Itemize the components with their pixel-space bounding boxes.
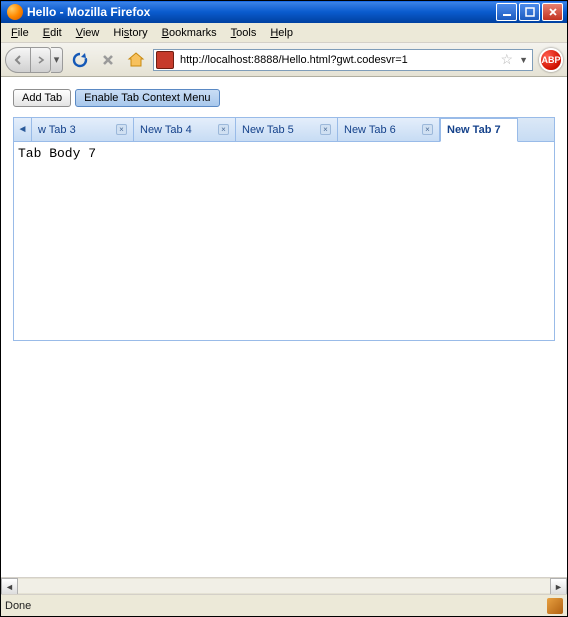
- status-tool-icon[interactable]: [547, 598, 563, 614]
- menu-history[interactable]: History: [107, 25, 153, 41]
- site-icon: [156, 51, 174, 69]
- url-bar[interactable]: ☆ ▼: [153, 49, 533, 71]
- tab-body: Tab Body 7: [14, 142, 554, 340]
- button-row: Add Tab Enable Tab Context Menu: [13, 89, 555, 107]
- page-content: Add Tab Enable Tab Context Menu ◄ w Tab …: [1, 77, 567, 577]
- close-icon[interactable]: ×: [218, 124, 229, 135]
- reload-icon[interactable]: [69, 49, 91, 71]
- nav-arrows: ▾: [5, 47, 63, 73]
- close-button[interactable]: [542, 3, 563, 21]
- add-tab-button[interactable]: Add Tab: [13, 89, 71, 107]
- url-dropdown-icon[interactable]: ▼: [517, 55, 530, 65]
- bookmark-star-icon[interactable]: ☆: [501, 51, 514, 68]
- menu-bookmarks[interactable]: Bookmarks: [156, 25, 223, 41]
- tab-item[interactable]: w Tab 3 ×: [32, 118, 134, 141]
- tab-strip: ◄ w Tab 3 × New Tab 4 × New Tab 5 × New …: [14, 118, 554, 142]
- tab-panel: ◄ w Tab 3 × New Tab 4 × New Tab 5 × New …: [13, 117, 555, 341]
- scroll-right-icon[interactable]: ►: [550, 578, 567, 595]
- tab-scroll-left-icon[interactable]: ◄: [14, 118, 32, 141]
- firefox-icon: [7, 4, 23, 20]
- minimize-button[interactable]: [496, 3, 517, 21]
- menu-file[interactable]: File: [5, 25, 35, 41]
- url-input[interactable]: [178, 53, 497, 67]
- back-button[interactable]: [5, 47, 31, 73]
- nav-history-dropdown[interactable]: ▾: [51, 47, 63, 73]
- tab-item-active[interactable]: New Tab 7: [440, 118, 518, 142]
- horizontal-scrollbar[interactable]: ◄ ►: [1, 577, 567, 594]
- stop-icon[interactable]: [97, 49, 119, 71]
- enable-context-menu-button[interactable]: Enable Tab Context Menu: [75, 89, 219, 107]
- tab-label: New Tab 5: [242, 124, 314, 136]
- status-text: Done: [5, 600, 31, 612]
- menu-edit[interactable]: Edit: [37, 25, 68, 41]
- menu-help[interactable]: Help: [264, 25, 299, 41]
- statusbar: Done: [1, 594, 567, 616]
- navigation-toolbar: ▾ ☆ ▼ ABP: [1, 43, 567, 77]
- scroll-track[interactable]: [18, 578, 550, 594]
- close-icon[interactable]: ×: [116, 124, 127, 135]
- tab-item[interactable]: New Tab 5 ×: [236, 118, 338, 141]
- window-controls: [496, 3, 563, 21]
- menubar: File Edit View History Bookmarks Tools H…: [1, 23, 567, 43]
- forward-button[interactable]: [31, 47, 51, 73]
- titlebar: Hello - Mozilla Firefox: [1, 1, 567, 23]
- tab-label: New Tab 7: [447, 124, 511, 136]
- menu-tools[interactable]: Tools: [225, 25, 263, 41]
- home-icon[interactable]: [125, 49, 147, 71]
- adblock-icon[interactable]: ABP: [539, 48, 563, 72]
- window-title: Hello - Mozilla Firefox: [27, 5, 496, 19]
- maximize-button[interactable]: [519, 3, 540, 21]
- tab-label: w Tab 3: [38, 124, 110, 136]
- close-icon[interactable]: ×: [422, 124, 433, 135]
- tab-label: New Tab 6: [344, 124, 416, 136]
- tab-item[interactable]: New Tab 4 ×: [134, 118, 236, 141]
- close-icon[interactable]: ×: [320, 124, 331, 135]
- tab-item[interactable]: New Tab 6 ×: [338, 118, 440, 141]
- menu-view[interactable]: View: [70, 25, 106, 41]
- tab-label: New Tab 4: [140, 124, 212, 136]
- scroll-left-icon[interactable]: ◄: [1, 578, 18, 595]
